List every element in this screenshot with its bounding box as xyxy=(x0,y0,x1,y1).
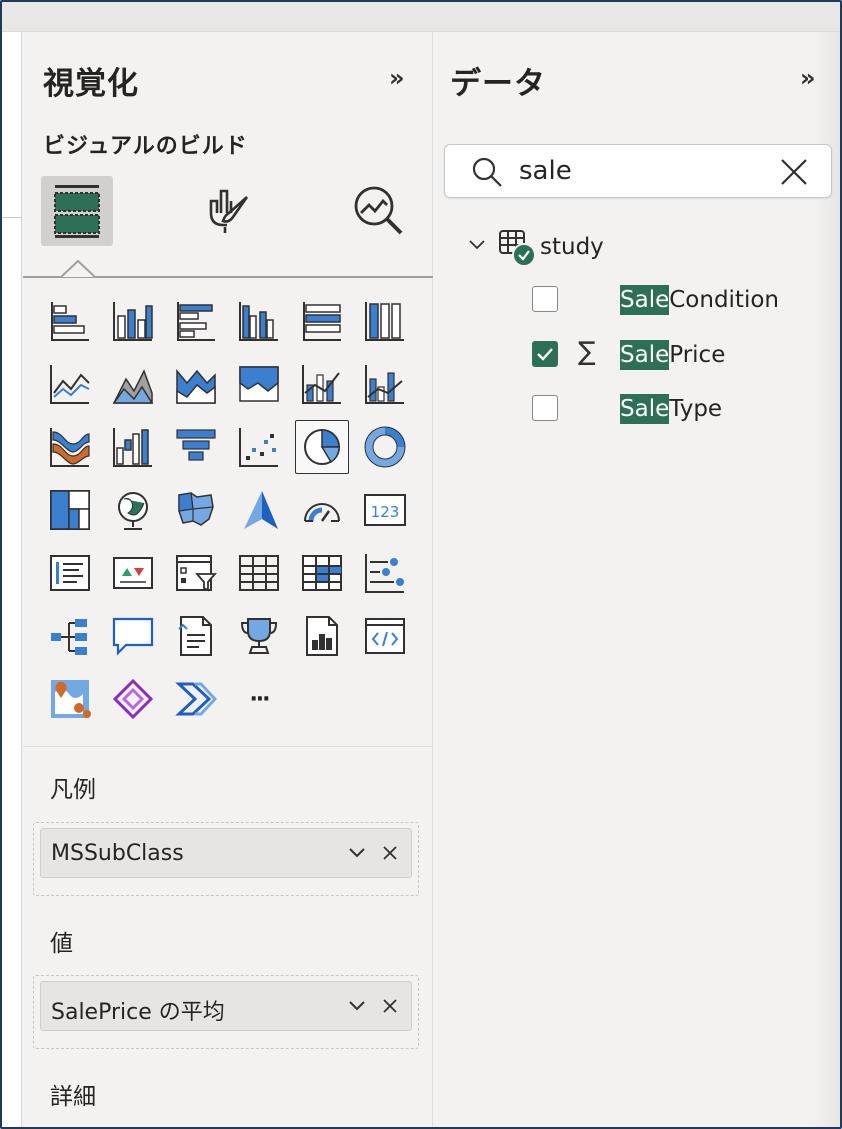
paginated-report-icon[interactable] xyxy=(295,609,349,663)
ribbon-chart-icon[interactable] xyxy=(43,420,97,474)
expand-visualizations-button[interactable]: » xyxy=(389,64,405,92)
field-name: Sale Condition xyxy=(620,282,779,318)
line-chart-icon[interactable] xyxy=(43,357,97,411)
funnel-chart-icon[interactable] xyxy=(169,420,223,474)
treemap-icon[interactable] xyxy=(43,483,97,537)
azure-map-icon[interactable] xyxy=(232,483,286,537)
map-globe-icon[interactable] xyxy=(106,483,160,537)
build-visual-label: ビジュアルのビルド xyxy=(43,134,248,159)
card-123-icon[interactable]: 123 xyxy=(358,483,412,537)
table-icon xyxy=(498,227,538,267)
field-row-saleprice[interactable]: ∑ Sale Price xyxy=(532,337,832,373)
pane-title-visualizations: 視覚化 xyxy=(43,66,139,102)
search-match-highlight: Sale xyxy=(620,285,670,315)
search-match-highlight: Sale xyxy=(620,394,670,424)
remove-field-icon[interactable] xyxy=(381,993,399,1021)
line-and-stacked-column-chart-icon[interactable] xyxy=(295,357,349,411)
multi-row-card-icon[interactable] xyxy=(43,546,97,600)
field-name-rest: Type xyxy=(669,396,723,422)
gauge-icon[interactable] xyxy=(295,483,349,537)
pane-title-data: データ xyxy=(450,66,546,102)
filled-map-icon[interactable] xyxy=(169,483,223,537)
details-well-label: 詳細 xyxy=(50,1084,96,1110)
stacked-column-chart-icon[interactable] xyxy=(106,294,160,348)
build-visual-tab[interactable] xyxy=(41,176,113,246)
power-apps-icon[interactable] xyxy=(106,672,160,726)
search-icon xyxy=(471,156,503,192)
field-checkbox-checked[interactable] xyxy=(532,341,558,367)
donut-chart-icon[interactable] xyxy=(358,420,412,474)
chevron-down-icon[interactable] xyxy=(347,843,367,867)
search-input[interactable] xyxy=(519,153,759,189)
expand-data-button[interactable]: » xyxy=(800,64,816,92)
gallery-separator xyxy=(23,746,433,747)
field-checkbox[interactable] xyxy=(532,286,558,312)
more-visuals-ellipsis: ··· xyxy=(249,686,270,712)
search-match-highlight: Sale xyxy=(620,340,670,370)
clustered-bar-chart-icon[interactable] xyxy=(169,294,223,348)
paintbrush-format-icon xyxy=(209,189,249,233)
legend-well[interactable]: MSSubClass xyxy=(33,822,419,896)
sigma-measure-icon: ∑ xyxy=(578,337,596,367)
100-stacked-area-chart-icon[interactable] xyxy=(232,357,286,411)
python-visual-code-icon[interactable] xyxy=(358,609,412,663)
pie-chart-icon[interactable] xyxy=(295,420,349,474)
legend-field-pill[interactable]: MSSubClass xyxy=(40,828,412,878)
more-visuals-button[interactable]: ··· xyxy=(232,672,286,726)
field-name-rest: Condition xyxy=(669,287,779,313)
clear-search-icon[interactable] xyxy=(779,157,809,191)
field-name-rest: Price xyxy=(669,342,726,368)
values-field-pill[interactable]: SalePrice の平均 xyxy=(40,981,412,1031)
values-well[interactable]: SalePrice の平均 xyxy=(33,975,419,1049)
arcgis-map-icon[interactable] xyxy=(43,672,97,726)
decomposition-slicer-icon[interactable] xyxy=(358,546,412,600)
table-icon[interactable] xyxy=(232,546,286,600)
stacked-bar-chart-icon[interactable] xyxy=(43,294,97,348)
data-pane: データ » study xyxy=(434,32,840,1127)
tab-notch xyxy=(61,260,95,278)
smart-narrative-icon[interactable] xyxy=(169,609,223,663)
field-row-salecondition[interactable]: Sale Condition xyxy=(532,282,832,318)
line-and-clustered-column-chart-icon[interactable] xyxy=(358,357,412,411)
legend-well-label: 凡例 xyxy=(50,777,96,803)
scatter-chart-icon[interactable] xyxy=(232,420,286,474)
area-chart-icon[interactable] xyxy=(106,357,160,411)
matrix-icon[interactable] xyxy=(295,546,349,600)
chevron-down-icon[interactable] xyxy=(347,996,367,1020)
trophy-goals-icon[interactable] xyxy=(232,609,286,663)
visualizations-pane: 視覚化 » ビジュアルのビルド 123 ··· 凡例 MSSubClass 値 … xyxy=(23,32,433,1127)
field-row-saletype[interactable]: Sale Type xyxy=(532,391,832,427)
top-bar xyxy=(2,2,840,32)
legend-field-name: MSSubClass xyxy=(51,841,184,866)
canvas-edge xyxy=(2,32,22,1127)
format-visual-tab[interactable] xyxy=(193,176,265,246)
analytics-tab[interactable] xyxy=(343,176,415,246)
search-box[interactable] xyxy=(444,144,832,198)
clustered-column-chart-icon[interactable] xyxy=(232,294,286,348)
values-well-label: 値 xyxy=(50,931,73,957)
chevron-expanded-icon[interactable] xyxy=(468,236,490,258)
analytics-magnifier-icon xyxy=(354,186,403,235)
field-name: Sale Type xyxy=(620,391,722,427)
100-stacked-bar-chart-icon[interactable] xyxy=(295,294,349,348)
fields-well-icon xyxy=(54,185,100,238)
field-name: Sale Price xyxy=(620,337,725,373)
decomposition-tree-icon[interactable] xyxy=(43,609,97,663)
power-automate-icon[interactable] xyxy=(169,672,223,726)
remove-field-icon[interactable] xyxy=(381,840,399,868)
svg-text:123: 123 xyxy=(371,503,400,521)
table-name: study xyxy=(540,234,604,260)
slicer-icon[interactable] xyxy=(169,546,223,600)
qa-speech-bubble-icon[interactable] xyxy=(106,609,160,663)
100-stacked-column-chart-icon[interactable] xyxy=(358,294,412,348)
kpi-icon[interactable] xyxy=(106,546,160,600)
app-frame: 視覚化 » ビジュアルのビルド 123 ··· 凡例 MSSubClass 値 … xyxy=(0,0,842,1129)
field-checkbox[interactable] xyxy=(532,395,558,421)
values-field-name: SalePrice の平均 xyxy=(51,1000,225,1025)
stacked-area-chart-icon[interactable] xyxy=(169,357,223,411)
table-node-study[interactable]: study xyxy=(468,227,604,267)
waterfall-chart-icon[interactable] xyxy=(106,420,160,474)
